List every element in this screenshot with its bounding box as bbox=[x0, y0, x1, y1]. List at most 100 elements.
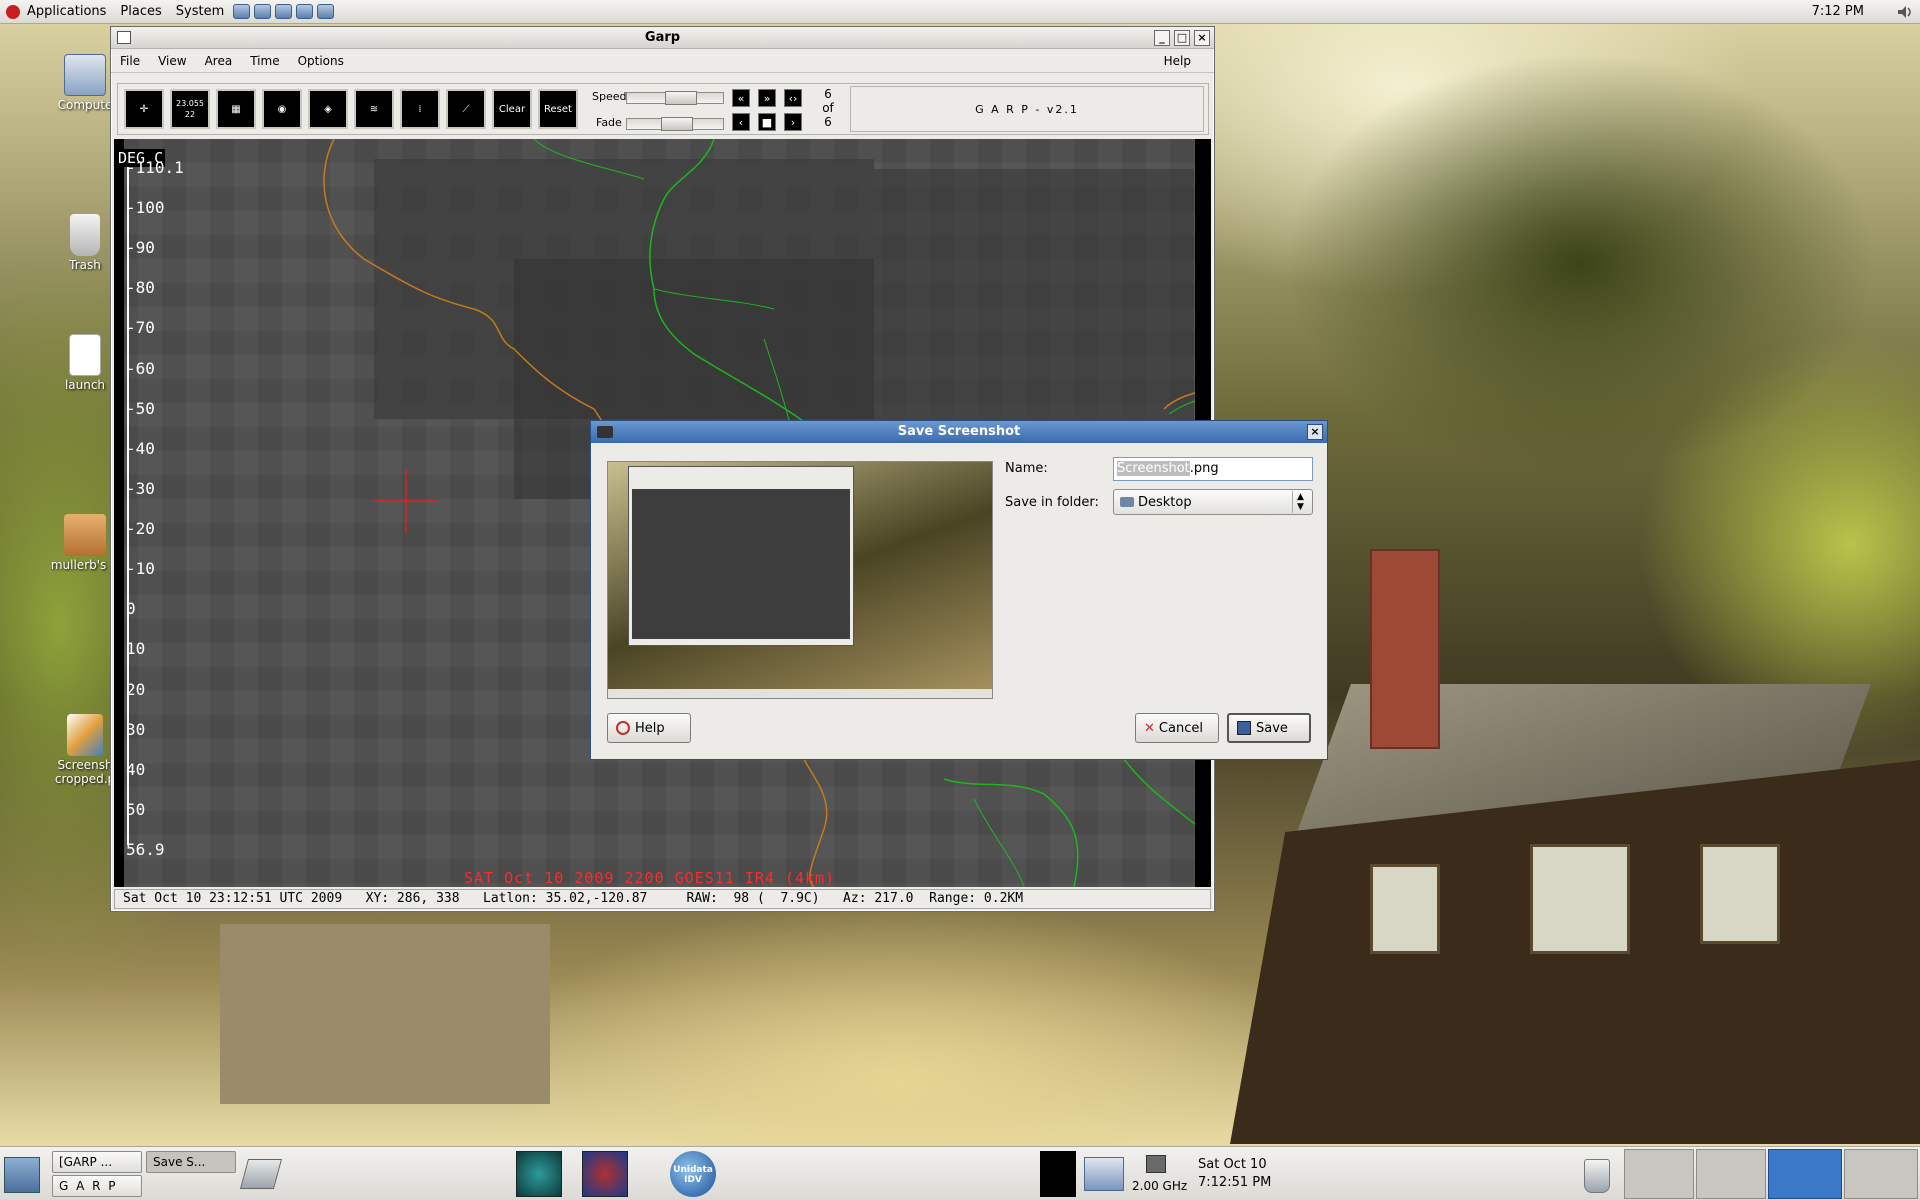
maximize-button[interactable]: □ bbox=[1174, 30, 1190, 46]
station-value-tool-button[interactable]: 23.055 22 bbox=[170, 89, 210, 129]
station-plot-tool-button[interactable]: ✛ bbox=[124, 89, 164, 129]
taskbar-date[interactable]: Sat Oct 10 bbox=[1198, 1157, 1267, 1172]
grid-tool-button[interactable]: ▦ bbox=[216, 89, 256, 129]
map-caption: SAT Oct 10 2009 2200 GOES11 IR4 (4km) bbox=[464, 869, 836, 887]
photo-chimney bbox=[1370, 549, 1440, 749]
task-garp[interactable]: [GARP ... bbox=[52, 1151, 142, 1173]
close-button[interactable]: × bbox=[1194, 30, 1210, 46]
loop-button[interactable]: ‹› bbox=[784, 89, 802, 107]
scale-tick-label: 0 bbox=[126, 599, 136, 619]
dialog-titlebar[interactable]: Save Screenshot × bbox=[591, 421, 1327, 443]
scale-tick-label: -60 bbox=[126, 358, 155, 378]
network-icon[interactable] bbox=[1084, 1157, 1124, 1191]
bottom-panel: [GARP ... Save S... G A R P Unidata IDV … bbox=[0, 1146, 1920, 1200]
places-menu[interactable]: Places bbox=[113, 0, 168, 24]
scale-tick-label: -40 bbox=[126, 438, 155, 458]
scale-tick-label: -70 bbox=[126, 318, 155, 338]
scale-tick-label: -20 bbox=[126, 519, 155, 539]
satellite-tool-button[interactable]: ◈ bbox=[308, 89, 348, 129]
workspace-3-active[interactable] bbox=[1768, 1149, 1842, 1199]
filename-selected-text: Screenshot bbox=[1117, 461, 1190, 476]
filename-input[interactable]: Screenshot.png bbox=[1113, 457, 1313, 481]
scale-tick-label: -90 bbox=[126, 238, 155, 258]
scale-tick-label: -10 bbox=[126, 559, 155, 579]
clear-button[interactable]: Clear bbox=[492, 89, 532, 129]
garp-launcher-icon[interactable] bbox=[516, 1151, 562, 1197]
taskbar-time[interactable]: 7:12:51 PM bbox=[1198, 1175, 1271, 1190]
idv-launcher-label: Unidata IDV bbox=[673, 1165, 713, 1185]
garp-toolbar: ✛ 23.055 22 ▦ ◉ ◈ ≋ ⁞ ⟋ Clear Reset Spee… bbox=[117, 83, 1209, 135]
garp-title: Garp bbox=[644, 30, 681, 45]
scale-tick-label: -100 bbox=[126, 198, 165, 218]
garp-titlebar[interactable]: Garp _ □ × bbox=[111, 27, 1214, 49]
photo-window bbox=[1700, 844, 1780, 944]
scale-tick-label: -80 bbox=[126, 278, 155, 298]
speed-slider[interactable] bbox=[626, 91, 724, 105]
help-launcher-icon[interactable] bbox=[317, 4, 335, 19]
folder-label: Save in folder: bbox=[1005, 495, 1099, 510]
filename-extension-text: .png bbox=[1189, 461, 1219, 476]
fade-label: Fade bbox=[596, 116, 622, 129]
cpu-freq-icon bbox=[1146, 1155, 1166, 1173]
panel-clock[interactable]: 7:12 PM bbox=[1812, 4, 1864, 19]
system-menu[interactable]: System bbox=[169, 0, 231, 24]
menu-options[interactable]: Options bbox=[289, 54, 353, 68]
task-garp-main[interactable]: G A R P bbox=[52, 1175, 142, 1197]
cross-section-tool-button[interactable]: ⟋ bbox=[446, 89, 486, 129]
stop-button[interactable]: ■ bbox=[758, 113, 776, 131]
garp-menubar: File View Area Time Options Help bbox=[111, 49, 1214, 73]
frame-counter: 6 of 6 bbox=[822, 87, 834, 129]
step-forward-button[interactable]: › bbox=[784, 113, 802, 131]
browser-launcher-icon[interactable] bbox=[233, 4, 251, 19]
menu-area[interactable]: Area bbox=[196, 54, 242, 68]
dialog-close-button[interactable]: × bbox=[1307, 424, 1323, 440]
trash-applet-icon[interactable] bbox=[1584, 1159, 1610, 1193]
scale-tick-label: 20 bbox=[126, 679, 146, 699]
workspace-thumbnail[interactable] bbox=[1040, 1151, 1076, 1197]
grid-points-tool-button[interactable]: ⁞ bbox=[400, 89, 440, 129]
scale-tick-label: 40 bbox=[126, 759, 146, 779]
last-frame-button[interactable]: » bbox=[758, 89, 776, 107]
task-save-screenshot[interactable]: Save S... bbox=[146, 1151, 236, 1173]
scale-tick-label: -50 bbox=[126, 398, 155, 418]
help-button[interactable]: Help bbox=[607, 713, 691, 743]
radar-launcher-icon[interactable] bbox=[582, 1151, 628, 1197]
presentation-launcher-icon[interactable] bbox=[296, 4, 314, 19]
step-back-button[interactable]: ‹ bbox=[732, 113, 750, 131]
first-frame-button[interactable]: « bbox=[732, 89, 750, 107]
contour-tool-button[interactable]: ≋ bbox=[354, 89, 394, 129]
window-menu-icon[interactable] bbox=[117, 31, 131, 44]
save-folder-select[interactable]: Desktop ▲ ▼ bbox=[1113, 489, 1313, 515]
name-label: Name: bbox=[1005, 461, 1048, 476]
mail-launcher-icon[interactable] bbox=[254, 4, 272, 19]
workspace-4[interactable] bbox=[1844, 1149, 1918, 1199]
applications-menu[interactable]: Applications bbox=[20, 0, 113, 24]
menu-view[interactable]: View bbox=[149, 54, 195, 68]
cancel-button[interactable]: ✕ Cancel bbox=[1135, 713, 1219, 743]
fade-slider-thumb[interactable] bbox=[661, 117, 693, 131]
photo-window bbox=[1370, 864, 1440, 954]
scale-tick-label: 10 bbox=[126, 639, 146, 659]
screenshot-preview bbox=[607, 461, 993, 699]
menu-time[interactable]: Time bbox=[241, 54, 288, 68]
garp-version-label: G A R P - v2.1 bbox=[850, 86, 1204, 132]
cursor-crosshair-icon bbox=[374, 469, 438, 533]
calculator-icon[interactable] bbox=[239, 1159, 283, 1189]
notes-launcher-icon[interactable] bbox=[275, 4, 293, 19]
minimize-button[interactable]: _ bbox=[1154, 30, 1170, 46]
save-folder-value: Desktop bbox=[1138, 494, 1192, 510]
menu-file[interactable]: File bbox=[111, 54, 149, 68]
workspace-1[interactable] bbox=[1624, 1149, 1694, 1199]
balloon-tool-button[interactable]: ◉ bbox=[262, 89, 302, 129]
save-button[interactable]: Save bbox=[1227, 713, 1311, 743]
speed-slider-thumb[interactable] bbox=[665, 91, 697, 105]
reset-button[interactable]: Reset bbox=[538, 89, 578, 129]
redhat-icon[interactable] bbox=[6, 4, 20, 19]
menu-help[interactable]: Help bbox=[1155, 54, 1200, 68]
help-icon bbox=[616, 721, 630, 735]
show-desktop-icon[interactable] bbox=[4, 1157, 40, 1193]
workspace-2[interactable] bbox=[1696, 1149, 1766, 1199]
fade-slider[interactable] bbox=[626, 117, 724, 131]
scale-tick-label: 50 bbox=[126, 799, 146, 819]
volume-icon[interactable] bbox=[1896, 3, 1914, 21]
